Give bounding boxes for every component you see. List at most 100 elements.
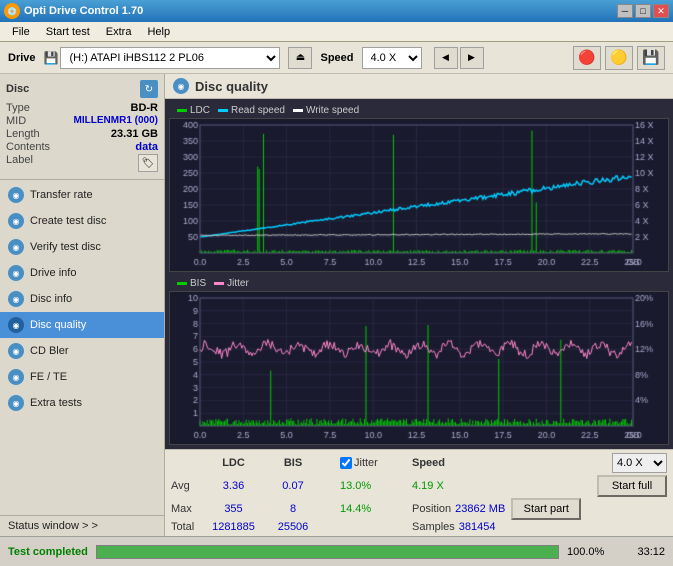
drive-info-icon: ◉ (8, 265, 24, 281)
create-test-disc-icon: ◉ (8, 213, 24, 229)
total-bis: 25506 (268, 521, 318, 533)
minimize-button[interactable]: ─ (617, 4, 633, 18)
progress-percent: 100.0% (567, 546, 612, 558)
sidebar-item-disc-quality[interactable]: ◉ Disc quality (0, 312, 164, 338)
nav-label-disc-quality: Disc quality (30, 319, 86, 331)
menu-help[interactable]: Help (139, 24, 178, 40)
jitter-checkbox[interactable] (340, 457, 352, 469)
max-label: Max (171, 503, 199, 515)
toolbar-btn-2[interactable]: 🟡 (605, 46, 633, 70)
menu-extra[interactable]: Extra (98, 24, 140, 40)
nav-label-extra-tests: Extra tests (30, 397, 82, 409)
app-icon: 💿 (4, 3, 20, 19)
toolbar-btn-3[interactable]: 💾 (637, 46, 665, 70)
sidebar-item-verify-test-disc[interactable]: ◉ Verify test disc (0, 234, 164, 260)
chart-bottom-canvas (170, 292, 668, 444)
chart-top-legend: LDC Read speed Write speed (169, 103, 669, 118)
main-layout: Disc ↻ Type BD-R MID MILLENMR1 (000) Len… (0, 74, 673, 536)
maximize-button[interactable]: □ (635, 4, 651, 18)
ldc-legend-dot (177, 109, 187, 112)
progress-bar-container (96, 545, 559, 559)
disc-type-label: Type (6, 102, 30, 114)
sidebar-item-fe-te[interactable]: ◉ FE / TE (0, 364, 164, 390)
disc-contents-value: data (135, 141, 158, 153)
start-part-button[interactable]: Start part (511, 498, 581, 520)
toolbar-icons: 🔴 🟡 💾 (573, 46, 665, 70)
close-button[interactable]: ✕ (653, 4, 669, 18)
nav-label-transfer-rate: Transfer rate (30, 189, 93, 201)
disc-info-icon: ◉ (8, 291, 24, 307)
sidebar-item-disc-info[interactable]: ◉ Disc info (0, 286, 164, 312)
eject-button[interactable]: ⏏ (288, 47, 312, 69)
ldc-legend-label: LDC (190, 105, 210, 116)
position-val: 23862 MB (455, 503, 505, 515)
toolbar-btn-1[interactable]: 🔴 (573, 46, 601, 70)
disc-mid-value: MILLENMR1 (000) (74, 115, 158, 127)
nav-label-verify-test-disc: Verify test disc (30, 241, 101, 253)
extra-tests-icon: ◉ (8, 395, 24, 411)
status-window-label[interactable]: Status window > > (8, 520, 156, 532)
sidebar-item-cd-bler[interactable]: ◉ CD Bler (0, 338, 164, 364)
read-speed-legend-label: Read speed (231, 105, 285, 116)
chart-top (169, 118, 669, 272)
sidebar: Disc ↻ Type BD-R MID MILLENMR1 (000) Len… (0, 74, 165, 536)
sidebar-item-transfer-rate[interactable]: ◉ Transfer rate (0, 182, 164, 208)
progress-time: 33:12 (620, 546, 665, 558)
write-speed-legend-dot (293, 109, 303, 112)
avg-speed: 4.19 X (412, 480, 462, 492)
nav-label-drive-info: Drive info (30, 267, 76, 279)
charts-area: LDC Read speed Write speed BIS (165, 99, 673, 449)
disc-panel: Disc ↻ Type BD-R MID MILLENMR1 (000) Len… (0, 74, 164, 180)
sidebar-item-extra-tests[interactable]: ◉ Extra tests (0, 390, 164, 416)
speed-result-select[interactable]: 4.0 X (612, 453, 667, 473)
sidebar-item-drive-info[interactable]: ◉ Drive info (0, 260, 164, 286)
disc-length-value: 23.31 GB (111, 128, 158, 140)
menubar: File Start test Extra Help (0, 22, 673, 42)
avg-jitter: 13.0% (340, 480, 410, 492)
speed-arrows: ◀ ▶ (434, 47, 484, 69)
menu-starttest[interactable]: Start test (38, 24, 98, 40)
window-controls: ─ □ ✕ (617, 4, 669, 18)
disc-length-label: Length (6, 128, 40, 140)
speed-select[interactable]: 4.0 X (362, 47, 422, 69)
avg-ldc: 3.36 (201, 480, 266, 492)
sidebar-item-create-test-disc[interactable]: ◉ Create test disc (0, 208, 164, 234)
sidebar-nav: ◉ Transfer rate ◉ Create test disc ◉ Ver… (0, 180, 164, 418)
disc-refresh-button[interactable]: ↻ (140, 80, 158, 98)
transfer-rate-icon: ◉ (8, 187, 24, 203)
progress-area: Test completed 100.0% 33:12 (0, 536, 673, 566)
nav-label-cd-bler: CD Bler (30, 345, 69, 357)
chart-top-canvas (170, 119, 668, 271)
stats-section: LDC BIS Jitter Speed 4.0 X Avg 3.36 0.07 (165, 449, 673, 536)
disc-label-button[interactable]: 🏷 (138, 154, 158, 172)
disc-label-label: Label (6, 154, 33, 172)
speed-label: Speed (320, 52, 353, 64)
drive-select[interactable]: (H:) ATAPI iHBS112 2 PL06 (60, 47, 280, 69)
jitter-col-header: Jitter (354, 457, 378, 469)
disc-type-value: BD-R (131, 102, 159, 114)
speed-col-header: Speed (412, 457, 462, 469)
speed-up-btn[interactable]: ▶ (460, 47, 484, 69)
verify-test-disc-icon: ◉ (8, 239, 24, 255)
disc-quality-header-icon: ◉ (173, 78, 189, 94)
samples-label: Samples (412, 521, 455, 533)
start-full-button[interactable]: Start full (597, 475, 667, 497)
status-window-section: Status window > > (0, 515, 164, 536)
ldc-col-header: LDC (201, 457, 266, 469)
content-header: ◉ Disc quality (165, 74, 673, 99)
jitter-legend-dot (214, 282, 224, 285)
disc-contents-label: Contents (6, 141, 50, 153)
samples-val: 381454 (459, 521, 496, 533)
avg-bis: 0.07 (268, 480, 318, 492)
speed-down-btn[interactable]: ◀ (434, 47, 458, 69)
total-ldc: 1281885 (201, 521, 266, 533)
max-jitter: 14.4% (340, 503, 410, 515)
content-area: ◉ Disc quality LDC Read speed Write spee… (165, 74, 673, 536)
total-label: Total (171, 521, 199, 533)
test-completed-label: Test completed (8, 546, 88, 558)
menu-file[interactable]: File (4, 24, 38, 40)
titlebar: 💿 Opti Drive Control 1.70 ─ □ ✕ (0, 0, 673, 22)
avg-label: Avg (171, 480, 199, 492)
max-ldc: 355 (201, 503, 266, 515)
read-speed-legend-dot (218, 109, 228, 112)
